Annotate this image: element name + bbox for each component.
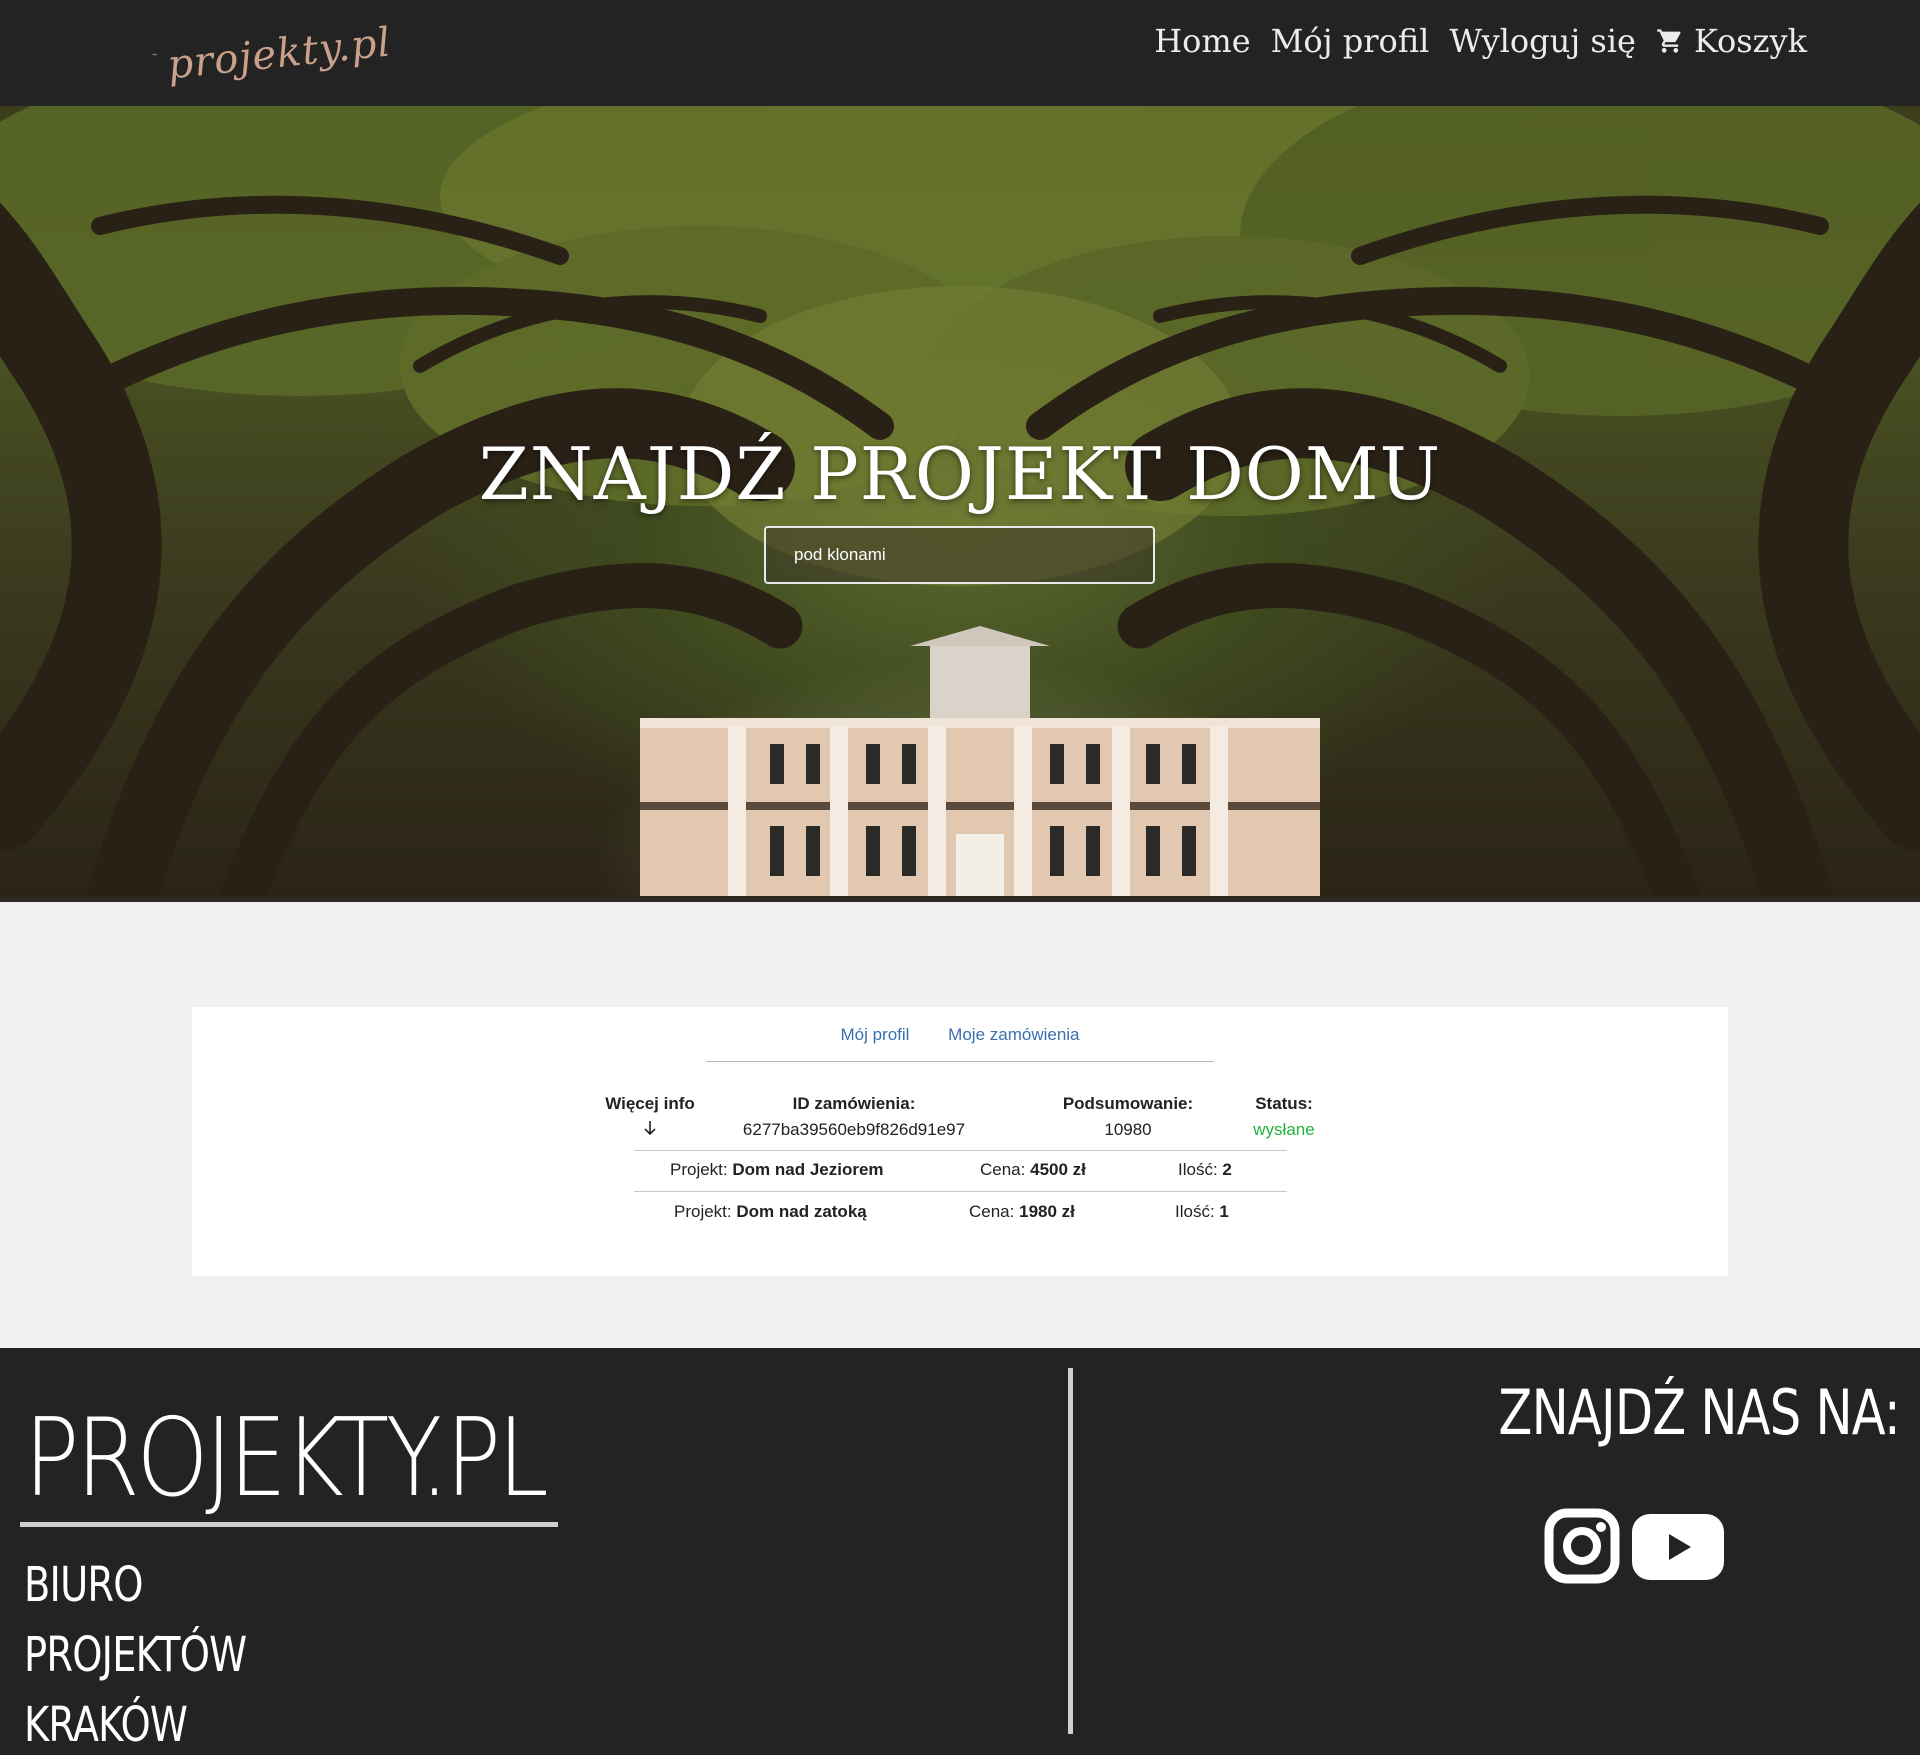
find-us-heading: ZNAJDŹ NAS NA:	[1498, 1376, 1900, 1449]
mansion	[640, 626, 1320, 902]
hero-banner: ZNAJDŹ PROJEKT DOMU	[0, 106, 1920, 902]
item-qty-value: 2	[1222, 1160, 1232, 1179]
order-id-label: ID zamówienia:	[792, 1094, 916, 1113]
order-status-value: wysłane	[1253, 1120, 1315, 1139]
order-item-row: Projekt: Dom nad Jeziorem Cena: 4500 zł …	[634, 1160, 1287, 1190]
order-more-info[interactable]: Więcej info	[585, 1094, 715, 1141]
item-price-value: 4500 zł	[1030, 1160, 1086, 1179]
footer-line: PROJEKTÓW	[24, 1627, 247, 1683]
footer: PROJEKTY.PL BIURO PROJEKTÓW KRAKÓW ZNAJD…	[0, 1348, 1920, 1755]
order-id-column: ID zamówienia: 6277ba39560eb9f826d91e97	[732, 1094, 976, 1140]
nav-profile-link[interactable]: Mój profil	[1271, 22, 1430, 60]
arrow-down-icon[interactable]	[643, 1120, 657, 1136]
nav-cart-link[interactable]: Koszyk	[1656, 22, 1807, 60]
cart-icon	[1657, 29, 1681, 53]
more-info-label: Więcej info	[605, 1094, 695, 1113]
profile-tabs: Mój profil Moje zamówienia	[192, 1025, 1728, 1045]
footer-brand: PROJEKTY.PL	[24, 1396, 549, 1521]
footer-divider	[1068, 1368, 1073, 1734]
order-summary-label: Podsumowanie:	[1062, 1094, 1194, 1113]
profile-card: Mój profil Moje zamówienia Więcej info I…	[192, 1007, 1728, 1276]
nav-home-link[interactable]: Home	[1154, 22, 1250, 60]
item-price-value: 1980 zł	[1019, 1202, 1075, 1221]
order-status-label: Status:	[1255, 1094, 1313, 1113]
footer-line: BIURO	[24, 1557, 143, 1613]
search-input[interactable]	[764, 526, 1155, 584]
item-project: Projekt: Dom nad zatoką	[674, 1202, 867, 1221]
order-item-row: Projekt: Dom nad zatoką Cena: 1980 zł Il…	[634, 1202, 1287, 1232]
item-qty: Ilość: 1	[1175, 1202, 1229, 1221]
order-divider	[634, 1150, 1287, 1151]
tab-my-orders[interactable]: Moje zamówienia	[948, 1025, 1079, 1044]
order-id-value: 6277ba39560eb9f826d91e97	[742, 1120, 966, 1139]
site-logo[interactable]: projekty.pl	[152, 14, 394, 94]
item-price: Cena: 1980 zł	[969, 1202, 1075, 1221]
order-summary-column: Podsumowanie: 10980	[1048, 1094, 1208, 1140]
navbar: projekty.pl Home Mój profil Wyloguj się …	[0, 0, 1920, 106]
item-qty: Ilość: 2	[1178, 1160, 1232, 1179]
order-divider	[634, 1191, 1287, 1192]
tabs-divider	[706, 1061, 1214, 1062]
hero-title: ZNAJDŹ PROJEKT DOMU	[478, 432, 1442, 516]
item-project: Projekt: Dom nad Jeziorem	[670, 1160, 884, 1179]
item-project-name: Dom nad Jeziorem	[732, 1160, 884, 1179]
instagram-icon[interactable]	[1544, 1508, 1620, 1584]
item-price: Cena: 4500 zł	[980, 1160, 1086, 1179]
nav-logout-link[interactable]: Wyloguj się	[1449, 22, 1636, 60]
tab-my-profile[interactable]: Mój profil	[840, 1025, 909, 1044]
footer-address: BIURO PROJEKTÓW KRAKÓW	[24, 1550, 247, 1755]
item-qty-value: 1	[1219, 1202, 1229, 1221]
order-status-column: Status: wysłane	[1234, 1094, 1334, 1140]
order-summary-value: 10980	[1104, 1120, 1152, 1139]
footer-line: KRAKÓW	[24, 1697, 188, 1753]
footer-brand-underline	[20, 1522, 558, 1527]
item-project-name: Dom nad zatoką	[736, 1202, 867, 1221]
youtube-icon[interactable]	[1632, 1514, 1724, 1580]
cart-label: Koszyk	[1693, 22, 1807, 60]
books-logo-icon	[152, 53, 158, 56]
logo-text: projekty.pl	[165, 19, 394, 89]
nav-links: Home Mój profil Wyloguj się Koszyk	[1154, 18, 1807, 64]
